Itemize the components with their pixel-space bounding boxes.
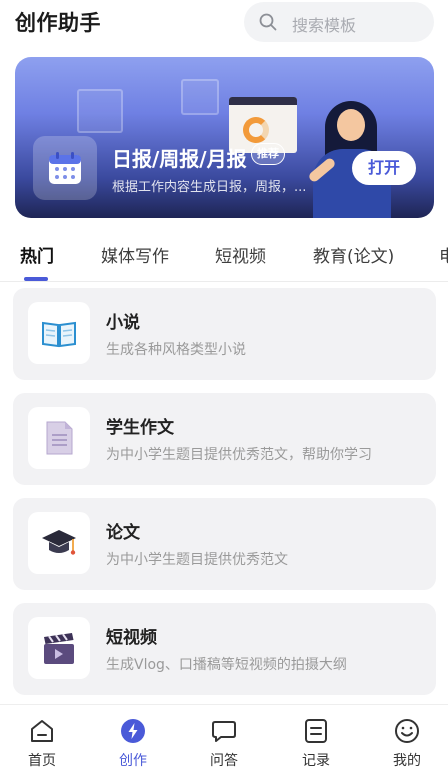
tab-overflow[interactable]: 电 bbox=[439, 242, 448, 267]
tab-education[interactable]: 教育(论文) bbox=[313, 242, 394, 267]
nav-label: 首页 bbox=[28, 753, 56, 769]
template-card-short-video[interactable]: 短视频 生成Vlog、口播稿等短视频的拍摄大纲 bbox=[13, 603, 436, 695]
chat-bubble-icon bbox=[212, 721, 236, 742]
search-input[interactable]: 搜索模板 bbox=[244, 2, 434, 42]
card-description: 生成Vlog、口播稿等短视频的拍摄大纲 bbox=[106, 657, 347, 673]
search-icon bbox=[259, 13, 277, 31]
card-description: 生成各种风格类型小说 bbox=[106, 342, 246, 358]
template-card-paper[interactable]: 论文 为中小学生题目提供优秀范文 bbox=[13, 498, 436, 590]
template-card-student-essay[interactable]: 学生作文 为中小学生题目提供优秀范文，帮助你学习 bbox=[13, 393, 436, 485]
tab-short-video[interactable]: 短视频 bbox=[215, 242, 266, 267]
banner-icon bbox=[33, 136, 97, 200]
search-placeholder: 搜索模板 bbox=[292, 16, 357, 35]
lightning-icon bbox=[121, 719, 145, 743]
open-button[interactable]: 打开 bbox=[352, 151, 416, 185]
featured-banner[interactable]: 日报/周报/月报 推荐 根据工作内容生成日报，周报，... 打开 bbox=[15, 57, 434, 218]
recommended-badge: 推荐 bbox=[251, 143, 285, 165]
nav-item-create[interactable]: 创作 bbox=[88, 705, 178, 774]
smiley-profile-icon bbox=[395, 719, 419, 743]
open-book-icon bbox=[42, 321, 76, 348]
bottom-navigation: 首页 创作 问答 记录 我的 bbox=[0, 704, 448, 774]
graduation-cap-icon bbox=[42, 530, 76, 555]
document-icon bbox=[46, 421, 73, 455]
nav-label: 记录 bbox=[302, 753, 330, 769]
nav-item-profile[interactable]: 我的 bbox=[362, 705, 448, 774]
category-tabs: 热门 媒体写作 短视频 教育(论文) 电 bbox=[0, 232, 448, 282]
nav-label: 问答 bbox=[210, 753, 238, 769]
nav-label: 创作 bbox=[119, 753, 147, 769]
home-icon bbox=[31, 720, 53, 742]
decorative-document-illustration bbox=[77, 89, 123, 133]
record-list-icon bbox=[305, 719, 327, 743]
page-title: 创作助手 bbox=[15, 11, 101, 35]
card-title: 小说 bbox=[106, 313, 140, 333]
calendar-icon bbox=[49, 152, 81, 184]
nav-item-qa[interactable]: 问答 bbox=[179, 705, 269, 774]
card-title: 短视频 bbox=[106, 628, 157, 648]
card-description: 为中小学生题目提供优秀范文，帮助你学习 bbox=[106, 447, 372, 463]
card-description: 为中小学生题目提供优秀范文 bbox=[106, 552, 288, 568]
card-title: 论文 bbox=[106, 523, 140, 543]
divider bbox=[0, 281, 448, 282]
clapperboard-icon bbox=[44, 633, 74, 664]
template-card-novel[interactable]: 小说 生成各种风格类型小说 bbox=[13, 288, 436, 380]
nav-label: 我的 bbox=[393, 753, 421, 769]
tab-hot[interactable]: 热门 bbox=[20, 242, 54, 267]
banner-description: 根据工作内容生成日报，周报，... bbox=[112, 180, 307, 195]
card-title: 学生作文 bbox=[106, 418, 174, 438]
nav-item-records[interactable]: 记录 bbox=[271, 705, 361, 774]
banner-title: 日报/周报/月报 bbox=[112, 147, 247, 171]
decorative-document-illustration bbox=[181, 79, 219, 115]
header: 创作助手 搜索模板 bbox=[0, 0, 448, 44]
tab-media-writing[interactable]: 媒体写作 bbox=[101, 242, 169, 267]
nav-item-home[interactable]: 首页 bbox=[0, 705, 87, 774]
